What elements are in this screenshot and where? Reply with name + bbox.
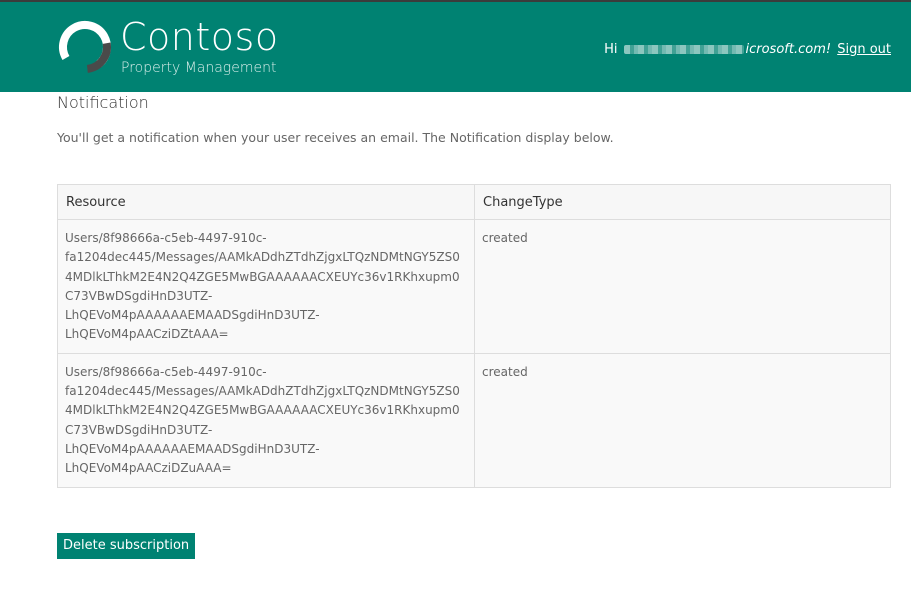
- resource-cell: Users/8f98666a-c5eb-4497-910c- fa1204dec…: [57, 219, 475, 354]
- page-title: Notification: [57, 93, 149, 112]
- resource-line: fa1204dec445/Messages/AAMkADdhZTdhZjgxLT…: [65, 250, 460, 265]
- column-header-resource: Resource: [57, 184, 475, 220]
- column-header-changetype: ChangeType: [474, 184, 891, 220]
- notifications-table: Resource ChangeType Users/8f98666a-c5eb-…: [57, 184, 891, 488]
- delete-subscription-button[interactable]: Delete subscription: [57, 533, 196, 559]
- resource-line: LhQEVoM4pAACziDZtAAA=: [65, 327, 229, 342]
- redacted-email-mask: [623, 45, 744, 54]
- changetype-cell: created: [474, 352, 891, 488]
- table-header-row: Resource ChangeType: [57, 184, 891, 220]
- resource-line: C73VBwDSgdiHnD3UTZ-: [65, 288, 213, 303]
- intro-text: You'll get a notification when your user…: [57, 130, 614, 145]
- resource-line: 4MDlkLThkM2E4N2Q4ZGE5MwBGAAAAAACXEUYc36v…: [65, 403, 460, 418]
- resource-line: Users/8f98666a-c5eb-4497-910c-: [65, 364, 267, 379]
- resource-line: C73VBwDSgdiHnD3UTZ-: [65, 422, 213, 437]
- user-area: Hi icrosoft.com! Sign out: [604, 41, 891, 59]
- changetype-cell: created: [474, 219, 891, 354]
- resource-line: LhQEVoM4pAAAAAAEMAADSgdiHnD3UTZ-: [65, 441, 320, 456]
- contoso-ring-logo-icon: [59, 20, 111, 73]
- greeting-text: Hi: [604, 42, 618, 57]
- resource-line: LhQEVoM4pAACziDZuAAA=: [65, 461, 232, 476]
- resource-line: 4MDlkLThkM2E4N2Q4ZGE5MwBGAAAAAACXEUYc36v…: [65, 269, 460, 284]
- brand-subtitle: Property Management: [121, 60, 277, 76]
- table-row: Users/8f98666a-c5eb-4497-910c- fa1204dec…: [57, 352, 891, 488]
- resource-line: LhQEVoM4pAAAAAAEMAADSgdiHnD3UTZ-: [65, 308, 320, 323]
- resource-cell: Users/8f98666a-c5eb-4497-910c- fa1204dec…: [57, 352, 475, 488]
- user-email: icrosoft.com!: [745, 42, 832, 57]
- resource-line: fa1204dec445/Messages/AAMkADdhZTdhZjgxLT…: [65, 384, 460, 399]
- app-header: Contoso Property Management Hi icrosoft.c…: [0, 0, 911, 92]
- sign-out-link[interactable]: Sign out: [837, 42, 891, 57]
- table-row: Users/8f98666a-c5eb-4497-910c- fa1204dec…: [57, 219, 891, 354]
- resource-line: Users/8f98666a-c5eb-4497-910c-: [65, 231, 267, 245]
- brand-name: Contoso: [120, 15, 279, 59]
